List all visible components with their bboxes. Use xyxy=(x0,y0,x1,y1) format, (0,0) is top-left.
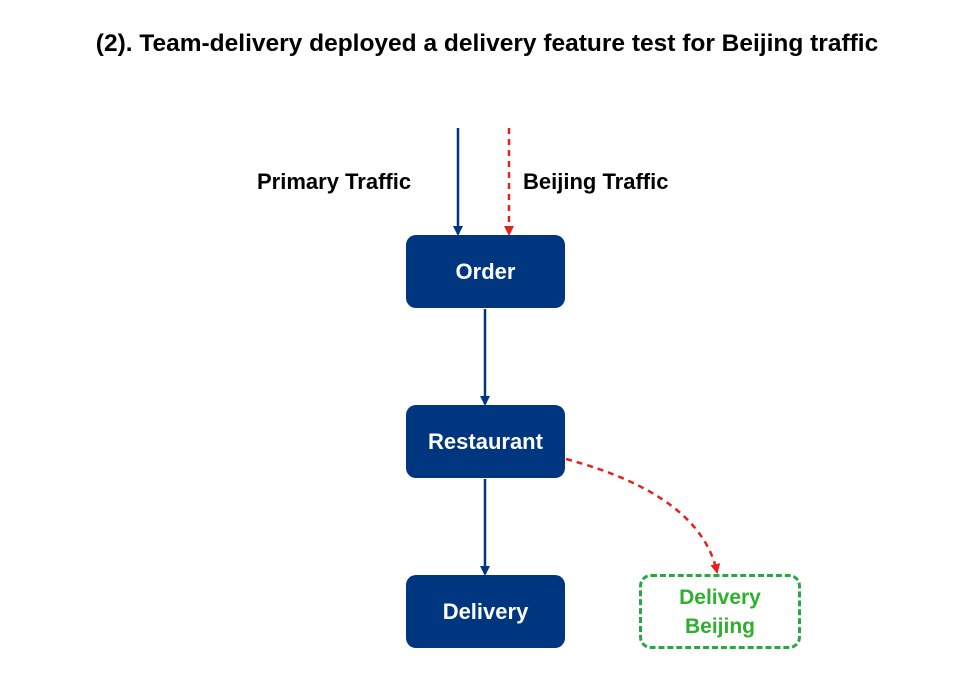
order-node: Order xyxy=(406,235,565,308)
restaurant-node: Restaurant xyxy=(406,405,565,478)
delivery-node: Delivery xyxy=(406,575,565,648)
restaurant-to-delivery-beijing-arrow xyxy=(565,457,721,574)
delivery-beijing-label-line1: Delivery xyxy=(679,585,761,609)
restaurant-node-label: Restaurant xyxy=(428,428,543,454)
delivery-beijing-node: Delivery Beijing xyxy=(639,574,801,649)
delivery-node-label: Delivery xyxy=(442,598,529,624)
delivery-beijing-label-line2: Beijing xyxy=(684,614,755,638)
order-node-label: Order xyxy=(455,258,516,284)
